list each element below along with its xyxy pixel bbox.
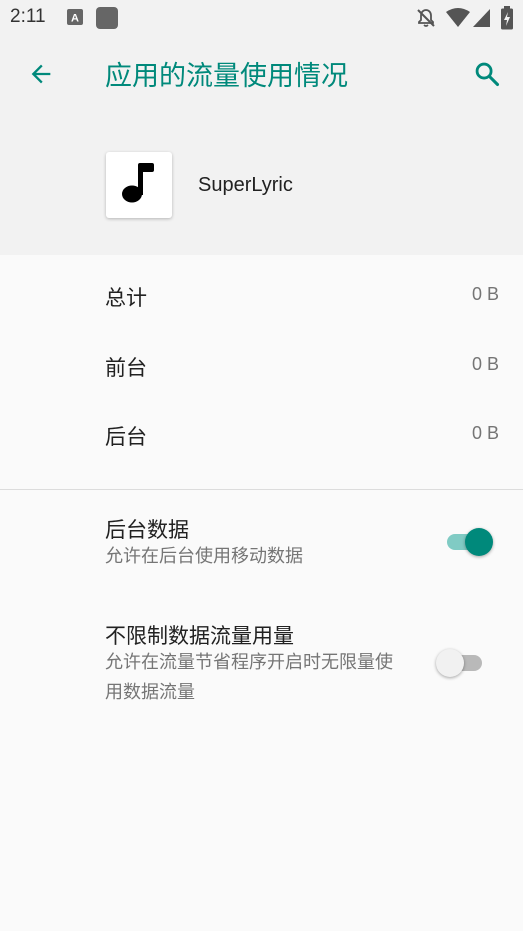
app-notification-icon bbox=[96, 7, 118, 33]
setting-summary: 允许在后台使用移动数据 bbox=[105, 546, 303, 567]
page-title: 应用的流量使用情况 bbox=[105, 61, 348, 91]
usage-label: 前台 bbox=[105, 356, 147, 380]
usage-row-foreground: 前台 0 B bbox=[0, 332, 523, 402]
setting-title: 后台数据 bbox=[105, 518, 189, 542]
app-header: 应用的流量使用情况 SuperLyric bbox=[0, 35, 523, 255]
background-data-toggle[interactable] bbox=[443, 525, 493, 557]
usage-row-background: 后台 0 B bbox=[0, 401, 523, 471]
setting-unrestricted-data[interactable]: 不限制数据流量用量 允许在流量节省程序开启时无限量使用数据流量 bbox=[0, 620, 523, 715]
unrestricted-data-toggle[interactable] bbox=[434, 646, 484, 678]
status-bar: 2:11 A bbox=[0, 0, 523, 35]
signal-icon bbox=[472, 8, 492, 32]
search-icon bbox=[473, 60, 501, 92]
battery-charging-icon bbox=[500, 6, 514, 34]
notifications-off-icon bbox=[416, 8, 436, 32]
divider bbox=[0, 489, 523, 490]
setting-title: 不限制数据流量用量 bbox=[105, 624, 294, 648]
status-time: 2:11 bbox=[10, 6, 46, 27]
app-icon bbox=[106, 152, 172, 218]
arrow-left-icon bbox=[27, 60, 55, 92]
usage-value: 0 B bbox=[471, 354, 499, 374]
svg-text:A: A bbox=[71, 13, 79, 25]
wifi-icon bbox=[446, 8, 470, 32]
setting-background-data[interactable]: 后台数据 允许在后台使用移动数据 bbox=[0, 514, 523, 584]
usage-label: 总计 bbox=[105, 286, 147, 310]
usage-row-total: 总计 0 B bbox=[0, 262, 523, 332]
search-button[interactable] bbox=[468, 57, 506, 95]
setting-summary: 允许在流量节省程序开启时无限量使用数据流量 bbox=[105, 652, 393, 703]
toggle-thumb bbox=[465, 528, 493, 556]
app-data-usage-screen: 2:11 A 应用的流量使用情况 SuperLyric 总计 0 B 前台 0 … bbox=[0, 0, 523, 931]
music-note-icon bbox=[119, 161, 159, 209]
back-button[interactable] bbox=[22, 57, 60, 95]
app-name: SuperLyric bbox=[198, 174, 293, 196]
usage-label: 后台 bbox=[105, 425, 147, 449]
usage-value: 0 B bbox=[471, 284, 499, 304]
toggle-thumb bbox=[436, 649, 464, 677]
usage-value: 0 B bbox=[471, 423, 499, 443]
keyboard-notification-icon: A bbox=[67, 9, 83, 29]
